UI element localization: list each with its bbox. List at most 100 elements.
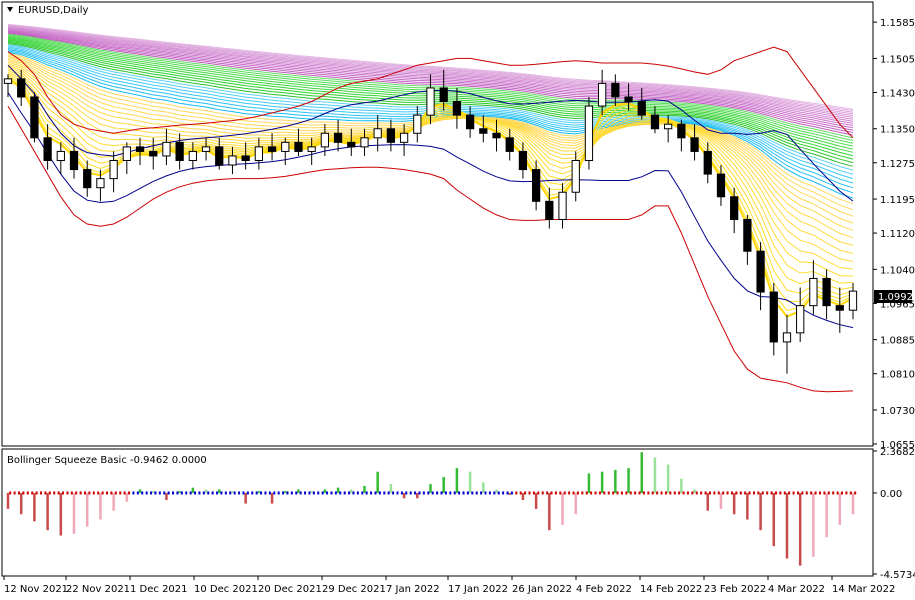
squeeze-dot: [308, 491, 311, 495]
squeeze-dot: [154, 491, 157, 495]
squeeze-dot: [299, 491, 302, 495]
squeeze-dot: [669, 491, 672, 495]
squeeze-dot: [268, 491, 271, 495]
squeeze-dot: [400, 491, 403, 495]
squeeze-dot: [678, 491, 681, 495]
squeeze-dot: [132, 491, 135, 495]
squeeze-dot: [700, 491, 703, 495]
squeeze-dot: [62, 491, 65, 495]
squeeze-dot: [634, 491, 637, 495]
time-tick-label: 1 Dec 2021: [130, 584, 188, 595]
squeeze-dot: [304, 491, 307, 495]
squeeze-dot: [647, 491, 650, 495]
squeeze-dot: [805, 491, 808, 495]
time-tick-label: 12 Nov 2021: [4, 584, 68, 595]
squeeze-dot: [458, 491, 461, 495]
squeeze-dot: [251, 491, 254, 495]
squeeze-dot: [682, 491, 685, 495]
squeeze-dot: [590, 491, 593, 495]
squeeze-dot: [497, 491, 500, 495]
chart-title: EURUSD,Daily: [18, 5, 89, 16]
squeeze-dot: [211, 491, 214, 495]
time-tick-label: 26 Jan 2022: [512, 584, 572, 595]
time-tick-label: 7 Jan 2022: [386, 584, 440, 595]
squeeze-dot: [114, 491, 117, 495]
squeeze-dot: [220, 491, 223, 495]
squeeze-dot: [35, 491, 38, 495]
squeeze-dot: [673, 491, 676, 495]
squeeze-dot: [273, 491, 276, 495]
squeeze-dot: [145, 491, 148, 495]
price-tick-label: 1.1120: [880, 229, 915, 240]
squeeze-dot: [845, 491, 848, 495]
squeeze-dot: [752, 491, 755, 495]
time-tick-label: 14 Mar 2022: [832, 584, 895, 595]
squeeze-dot: [79, 491, 82, 495]
squeeze-dot: [70, 491, 73, 495]
price-tick-label: 1.0730: [880, 406, 915, 417]
squeeze-dot: [612, 491, 615, 495]
squeeze-dot: [726, 491, 729, 495]
squeeze-dot: [620, 491, 623, 495]
squeeze-dot: [761, 491, 764, 495]
squeeze-dot: [616, 491, 619, 495]
squeeze-tick-label: -4.5734: [880, 570, 915, 581]
squeeze-dot: [849, 491, 852, 495]
squeeze-dot: [66, 491, 69, 495]
squeeze-dot: [141, 491, 144, 495]
squeeze-dot: [427, 491, 430, 495]
squeeze-dot: [554, 491, 557, 495]
squeeze-dot: [128, 491, 131, 495]
squeeze-dot: [528, 491, 531, 495]
squeeze-dot: [717, 491, 720, 495]
squeeze-dot: [176, 491, 179, 495]
squeeze-dot: [317, 491, 320, 495]
squeeze-dot: [422, 491, 425, 495]
squeeze-dot: [708, 491, 711, 495]
time-tick-label: 22 Nov 2021: [66, 584, 130, 595]
squeeze-dot: [392, 491, 395, 495]
squeeze-dot: [295, 491, 298, 495]
squeeze-dot: [264, 491, 267, 495]
price-pane: EURUSD,Daily 1.15851.15051.14301.13501.1…: [1, 1, 915, 451]
squeeze-dot: [260, 491, 263, 495]
time-tick-label: 14 Feb 2022: [640, 584, 702, 595]
squeeze-dot: [598, 491, 601, 495]
squeeze-dot: [110, 491, 113, 495]
squeeze-dot: [832, 491, 835, 495]
squeeze-dot: [444, 491, 447, 495]
candle: [30, 92, 39, 143]
squeeze-dot: [84, 491, 87, 495]
squeeze-dot: [97, 491, 100, 495]
squeeze-dot: [625, 491, 628, 495]
squeeze-dot: [48, 491, 51, 495]
squeeze-dot: [836, 491, 839, 495]
time-tick-label: 10 Dec 2021: [194, 584, 258, 595]
squeeze-dot: [493, 491, 496, 495]
squeeze-dot: [607, 491, 610, 495]
squeeze-dot: [286, 491, 289, 495]
squeeze-dot: [510, 491, 513, 495]
squeeze-dot: [31, 491, 34, 495]
squeeze-dot: [290, 491, 293, 495]
squeeze-dot: [480, 491, 483, 495]
squeeze-dot: [576, 491, 579, 495]
squeeze-tick-label: 2.3682: [880, 447, 915, 458]
squeeze-dot: [22, 491, 25, 495]
squeeze-dot: [361, 491, 364, 495]
squeeze-dot: [827, 491, 830, 495]
squeeze-dot: [224, 491, 227, 495]
squeeze-dot: [550, 491, 553, 495]
squeeze-dot: [559, 491, 562, 495]
candle: [584, 96, 594, 170]
current-price-label: 1.0992: [878, 292, 913, 303]
squeeze-dot: [277, 491, 280, 495]
squeeze-dot: [818, 491, 821, 495]
time-tick-label: 20 Dec 2021: [258, 584, 322, 595]
squeeze-dot: [229, 491, 232, 495]
squeeze-dot: [431, 491, 434, 495]
squeeze-dot: [532, 491, 535, 495]
squeeze-dot: [440, 491, 443, 495]
squeeze-dot: [629, 491, 632, 495]
squeeze-dot: [44, 491, 47, 495]
